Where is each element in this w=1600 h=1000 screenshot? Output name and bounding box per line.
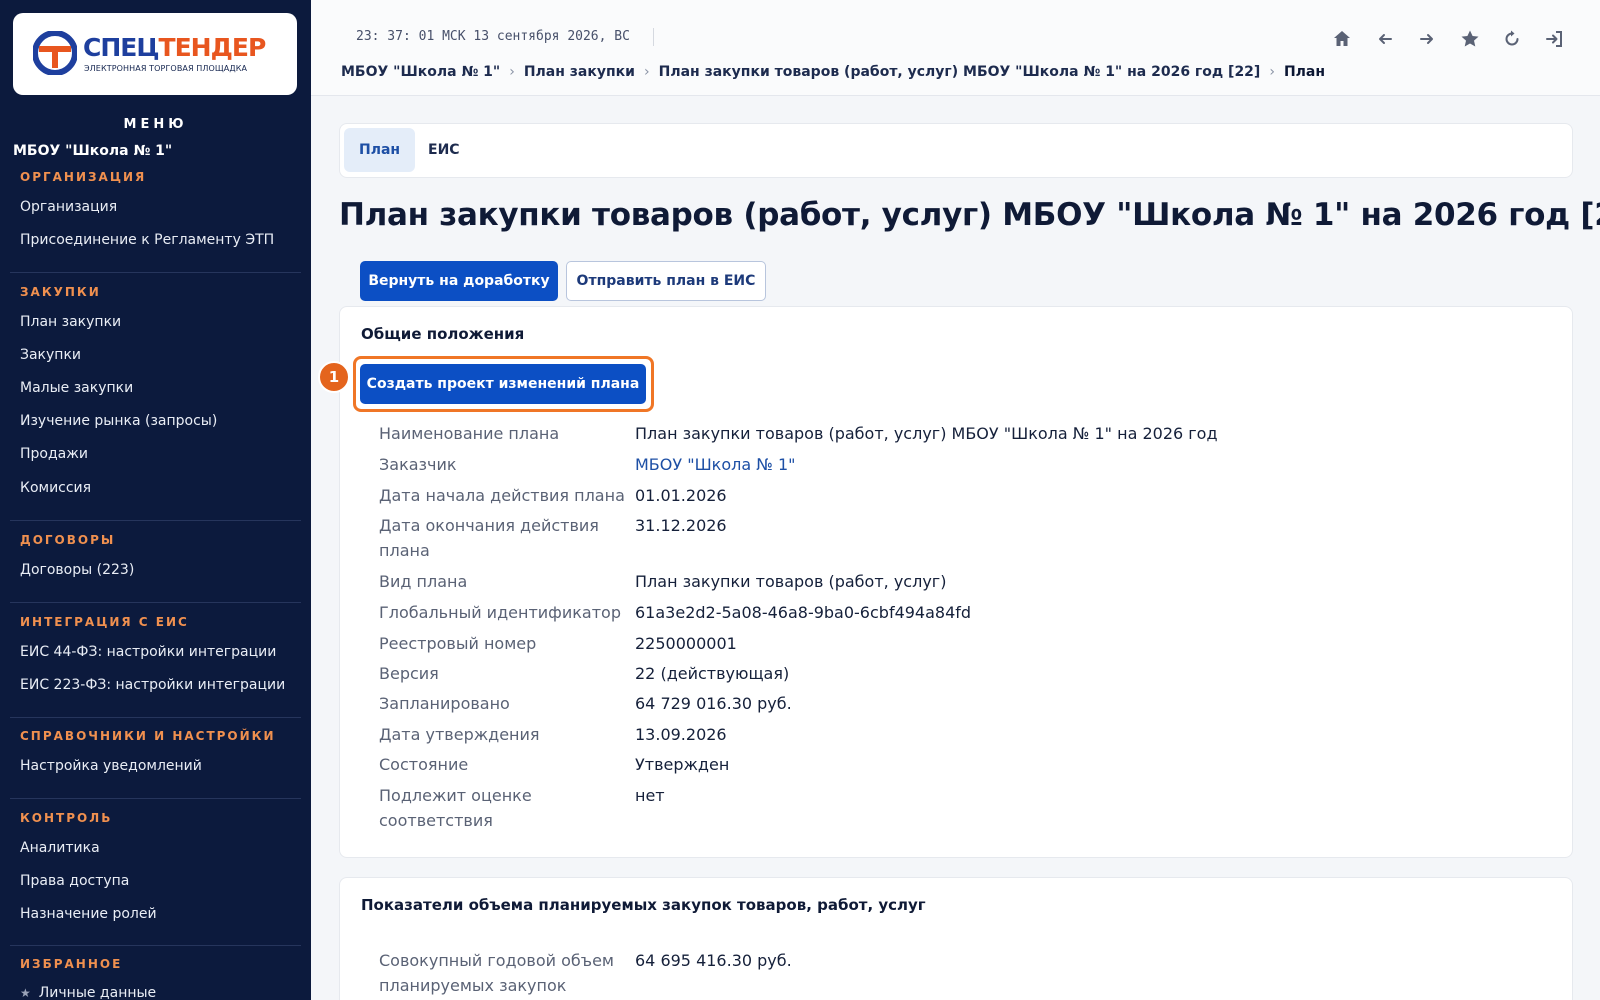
sidebar-item-contracts-223[interactable]: Договоры (223) [20, 562, 134, 578]
sidebar-item-label: Личные данные [38, 985, 157, 1000]
customer-link[interactable]: МБОУ "Школа № 1" [635, 452, 796, 477]
tab-eis[interactable]: ЕИС [413, 128, 475, 172]
logo[interactable]: СПЕЦТЕНДЕР ЭЛЕКТРОННАЯ ТОРГОВАЯ ПЛОЩАДКА [13, 13, 297, 95]
sidebar-divider [10, 945, 301, 946]
volume-section-title: Показатели объема планируемых закупок то… [361, 896, 926, 914]
sidebar-item-market-research[interactable]: Изучение рынка (запросы) [20, 413, 217, 429]
logo-icon [33, 31, 77, 75]
field-label: Наименование плана [379, 424, 560, 443]
sidebar-item-analytics[interactable]: Аналитика [20, 840, 100, 856]
field-label: Реестровый номер [379, 634, 537, 653]
sidebar-org-name: МБОУ "Школа № 1" [13, 143, 173, 159]
sidebar-section-favorites: ИЗБРАННОЕ [20, 957, 123, 971]
breadcrumb-separator: › [644, 64, 650, 80]
field-value-end-date: 31.12.2026 [635, 516, 727, 535]
return-for-revision-button[interactable]: Вернуть на доработку [360, 261, 558, 301]
create-change-project-button[interactable]: Создать проект изменений плана [360, 364, 646, 404]
sidebar-item-eis-223[interactable]: ЕИС 223-ФЗ: настройки интеграции [20, 677, 285, 693]
page-title: План закупки товаров (работ, услуг) МБОУ… [339, 197, 1600, 233]
sidebar-divider [10, 272, 301, 273]
sidebar-section-purchases: ЗАКУПКИ [20, 285, 101, 299]
field-value-conformity-assessment: нет [635, 786, 665, 805]
sidebar-item-regulation[interactable]: Присоединение к Регламенту ЭТП [20, 232, 274, 248]
sidebar-divider [10, 798, 301, 799]
sidebar-section-organization: ОРГАНИЗАЦИЯ [20, 170, 147, 184]
field-value-approval-date: 13.09.2026 [635, 725, 727, 744]
breadcrumb-org[interactable]: МБОУ "Школа № 1" [341, 64, 500, 80]
sidebar-item-sales[interactable]: Продажи [20, 446, 88, 462]
logo-subtitle: ЭЛЕКТРОННАЯ ТОРГОВАЯ ПЛОЩАДКА [84, 64, 248, 73]
field-label: Совокупный годовой объем планируемых зак… [379, 951, 614, 995]
sidebar-section-eis-integration: ИНТЕГРАЦИЯ С ЕИС [20, 615, 189, 629]
topbar: 23: 37: 01 МСК 13 сентября 2026, ВС МБОУ… [311, 0, 1600, 96]
send-plan-to-eis-button[interactable]: Отправить план в ЕИС [566, 261, 766, 301]
menu-title: МЕНЮ [123, 117, 188, 132]
sidebar-item-purchases[interactable]: Закупки [20, 347, 81, 363]
field-label: Дата начала действия плана [379, 486, 625, 505]
field-label: Подлежит оценке соответствия [379, 786, 532, 830]
field-value-global-id: 61a3e2d2-5a08-46a8-9ba0-6cbf494a84fd [635, 603, 972, 622]
field-value-version: 22 (действующая) [635, 664, 790, 683]
field-value-planned-amount: 64 729 016.30 руб. [635, 694, 792, 713]
tabs-bar: План ЕИС [339, 123, 1573, 178]
breadcrumb-separator: › [1269, 64, 1275, 80]
sidebar-item-commission[interactable]: Комиссия [20, 480, 91, 496]
star-icon: ★ [20, 986, 31, 1000]
sidebar-item-purchase-plan[interactable]: План закупки [20, 314, 121, 330]
clock: 23: 37: 01 МСК 13 сентября 2026, ВС [356, 29, 630, 44]
breadcrumb-plan-2026[interactable]: План закупки товаров (работ, услуг) МБОУ… [659, 64, 1261, 80]
sidebar-item-eis-44[interactable]: ЕИС 44-ФЗ: настройки интеграции [20, 644, 276, 660]
field-value-annual-volume: 64 695 416.30 руб. [635, 951, 792, 970]
general-section-title: Общие положения [361, 325, 525, 343]
sidebar-item-personal-data[interactable]: ★ Личные данные [20, 985, 156, 1000]
sidebar-section-control: КОНТРОЛЬ [20, 811, 113, 825]
sidebar-section-settings: СПРАВОЧНИКИ И НАСТРОЙКИ [20, 729, 276, 743]
sidebar: СПЕЦТЕНДЕР ЭЛЕКТРОННАЯ ТОРГОВАЯ ПЛОЩАДКА… [0, 0, 311, 1000]
breadcrumb-separator: › [509, 64, 515, 80]
sidebar-divider [10, 520, 301, 521]
sidebar-divider [10, 717, 301, 718]
sidebar-divider [10, 602, 301, 603]
field-label: Версия [379, 664, 439, 683]
field-value-plan-type: План закупки товаров (работ, услуг) [635, 572, 947, 591]
sidebar-item-role-assignment[interactable]: Назначение ролей [20, 906, 157, 922]
field-label: Глобальный идентификатор [379, 603, 621, 622]
clock-divider [653, 28, 654, 46]
sidebar-item-access-rights[interactable]: Права доступа [20, 873, 129, 889]
star-icon[interactable] [1457, 26, 1483, 52]
field-label: Вид плана [379, 572, 468, 591]
field-value-start-date: 01.01.2026 [635, 486, 727, 505]
refresh-icon[interactable] [1499, 26, 1525, 52]
breadcrumb-current: План [1283, 64, 1326, 80]
breadcrumb: МБОУ "Школа № 1" › План закупки › План з… [341, 64, 1325, 80]
field-value-registry-number: 2250000001 [635, 634, 737, 653]
breadcrumb-purchase-plan[interactable]: План закупки [524, 64, 635, 80]
field-label: Состояние [379, 755, 469, 774]
field-label: Дата утверждения [379, 725, 540, 744]
tab-plan[interactable]: План [344, 128, 416, 172]
home-icon[interactable] [1329, 26, 1355, 52]
logo-wordmark: СПЕЦТЕНДЕР [83, 33, 266, 62]
sidebar-item-organization[interactable]: Организация [20, 199, 117, 215]
sidebar-item-notifications[interactable]: Настройка уведомлений [20, 758, 202, 774]
step-badge: 1 [318, 361, 350, 393]
sidebar-item-small-purchases[interactable]: Малые закупки [20, 380, 133, 396]
arrow-right-icon[interactable] [1414, 26, 1440, 52]
field-value-status: Утвержден [635, 755, 730, 774]
arrow-left-icon[interactable] [1372, 26, 1398, 52]
logout-icon[interactable] [1541, 26, 1567, 52]
field-value-plan-name: План закупки товаров (работ, услуг) МБОУ… [635, 424, 1218, 443]
field-label: Заказчик [379, 455, 457, 474]
field-label: Запланировано [379, 694, 510, 713]
field-label: Дата окончания действия плана [379, 516, 599, 560]
sidebar-section-contracts: ДОГОВОРЫ [20, 533, 116, 547]
